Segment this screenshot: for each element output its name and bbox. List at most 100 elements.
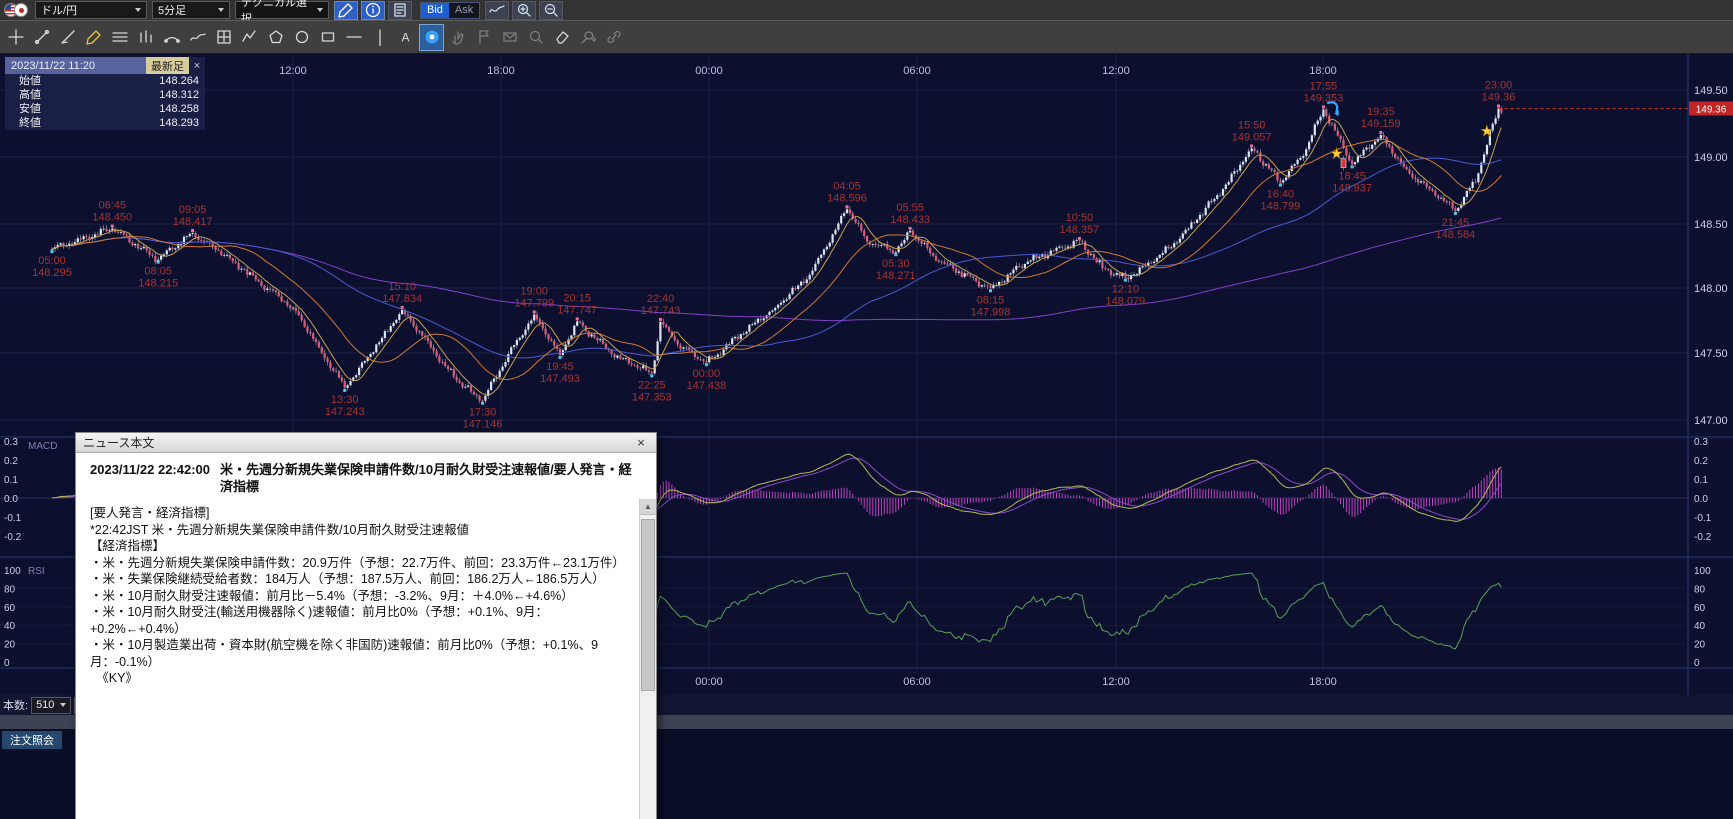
annotation-price: 147.747 — [557, 304, 597, 316]
ohlc-close-icon[interactable]: × — [189, 57, 205, 74]
currency-pair-flags-icon — [4, 3, 28, 17]
rsi-axis-label-right: 20 — [1694, 640, 1706, 651]
hand-icon — [449, 28, 467, 46]
icon-stamp-tool[interactable] — [419, 24, 444, 51]
rsi-axis-label-left: 0 — [4, 658, 10, 669]
news-scrollbar[interactable]: ▲ — [639, 499, 656, 819]
annotation-price: 147.743 — [641, 305, 681, 317]
annotation-time: 08:15 — [977, 294, 1005, 306]
bottom-time-axis-label: 06:00 — [903, 676, 931, 688]
arc-tool[interactable] — [159, 24, 184, 51]
annotation-time: 12:10 — [1112, 284, 1140, 296]
flag-tool[interactable] — [471, 24, 496, 51]
rsi-axis-label-left: 80 — [4, 584, 16, 595]
annotation-price: 148.596 — [827, 192, 867, 204]
wrench-tool[interactable] — [575, 24, 600, 51]
ellipse-icon — [293, 28, 311, 46]
ohlc-close-label: 終値 — [19, 116, 41, 130]
horizontal-line-tool[interactable] — [341, 24, 366, 51]
bars-count-select[interactable]: 510 — [31, 697, 71, 714]
bid-button[interactable]: Bid — [421, 3, 449, 18]
annotation-price: 147.146 — [463, 419, 503, 431]
zoom-tool[interactable] — [523, 24, 548, 51]
annotation-time: 05:00 — [38, 255, 66, 267]
vertical-line-tool[interactable] — [367, 24, 392, 51]
crosshair-tool[interactable] — [3, 24, 28, 51]
link-tool[interactable] — [601, 24, 626, 51]
pentagon-tool[interactable] — [263, 24, 288, 51]
scrollbar-thumb[interactable] — [641, 519, 655, 691]
macd-axis-label-left: 0.1 — [4, 475, 18, 486]
annotation-price: 149.057 — [1232, 132, 1272, 144]
zigzag-tool[interactable] — [237, 24, 262, 51]
annotation-time: 22:40 — [647, 293, 675, 305]
info-icon — [364, 1, 382, 19]
arc-icon — [163, 28, 181, 46]
rsi-axis-label-right: 40 — [1694, 621, 1706, 632]
rectangle-tool[interactable] — [315, 24, 340, 51]
technical-select[interactable]: テクニカル選択 — [235, 1, 329, 19]
zoom-in-button[interactable] — [512, 1, 536, 20]
rsi-axis-label-left: 40 — [4, 621, 16, 632]
pencil-tool[interactable] — [81, 24, 106, 51]
jp-flag-icon — [14, 3, 28, 17]
annotation-price: 147.998 — [971, 306, 1011, 318]
price-axis-label: 147.50 — [1694, 348, 1728, 360]
ask-button[interactable]: Ask — [449, 3, 479, 18]
extreme-marker — [1250, 145, 1253, 148]
ray-tool[interactable] — [55, 24, 80, 51]
rsi-axis-label-right: 100 — [1694, 566, 1711, 577]
news-body-text: [要人発言・経済指標] *22:42JST 米・先週分新規失業保険申請件数/10… — [76, 497, 656, 819]
trendline-tool[interactable] — [29, 24, 54, 51]
annotation-time: 04:05 — [833, 180, 861, 192]
pair-select[interactable]: ドル/円 — [35, 1, 147, 19]
info-button[interactable] — [361, 1, 385, 20]
extreme-marker — [894, 253, 897, 256]
annotation-time: 23:00 — [1485, 80, 1513, 92]
chevron-down-icon — [135, 8, 141, 12]
bars-tool[interactable] — [133, 24, 158, 51]
ellipse-tool[interactable] — [289, 24, 314, 51]
macd-axis-label-right: 0.3 — [1694, 437, 1708, 448]
extreme-marker — [909, 227, 912, 230]
zigzag-icon — [241, 28, 259, 46]
ohlc-high-row: 高値 148.312 — [5, 88, 205, 102]
annotation-time: 05:55 — [896, 202, 924, 214]
text-tool[interactable]: A — [393, 24, 418, 51]
main-toolbar: ドル/円 5分足 テクニカル選択 Bid Ask — [0, 0, 1733, 21]
alert-event-icon[interactable] — [1341, 159, 1346, 168]
extreme-marker — [705, 363, 708, 366]
mail-icon — [501, 28, 519, 46]
memo-button[interactable] — [388, 1, 412, 20]
extreme-marker — [157, 261, 160, 264]
eraser-tool[interactable] — [549, 24, 574, 51]
ohlc-low-label: 安値 — [19, 102, 41, 116]
horizontal-line-icon — [345, 28, 363, 46]
mail-tool[interactable] — [497, 24, 522, 51]
ohlc-close-value: 148.293 — [159, 116, 199, 130]
star-event-icon[interactable]: ★ — [1480, 123, 1493, 140]
news-popup-close-icon[interactable]: × — [633, 435, 649, 450]
hand-tool[interactable] — [445, 24, 470, 51]
price-axis-label: 149.00 — [1694, 152, 1728, 164]
wave-chart-button[interactable] — [485, 1, 509, 20]
chevron-down-icon — [218, 8, 224, 12]
scroll-up-icon[interactable]: ▲ — [640, 499, 656, 515]
timeframe-select[interactable]: 5分足 — [152, 1, 230, 19]
annotation-price: 148.450 — [92, 212, 132, 224]
latest-bar-badge[interactable]: 最新足 — [146, 57, 189, 74]
news-popup-titlebar[interactable]: ニュース本文 × — [76, 433, 656, 453]
price-axis-label: 149.50 — [1694, 85, 1728, 97]
grid-tool[interactable] — [211, 24, 236, 51]
annotation-time: 13:30 — [331, 394, 359, 406]
extreme-marker — [51, 250, 54, 253]
freehand-tool[interactable] — [185, 24, 210, 51]
zoom-out-button[interactable] — [539, 1, 563, 20]
annotation-price: 149.353 — [1304, 92, 1344, 104]
bottom-time-axis-label: 00:00 — [695, 676, 723, 688]
time-axis-label: 12:00 — [279, 65, 307, 77]
parallel-lines-tool[interactable] — [107, 24, 132, 51]
annotation-time: 18:45 — [1338, 170, 1366, 182]
draw-pencil-button[interactable] — [334, 1, 358, 20]
order-inquiry-tab[interactable]: 注文照会 — [2, 731, 62, 749]
